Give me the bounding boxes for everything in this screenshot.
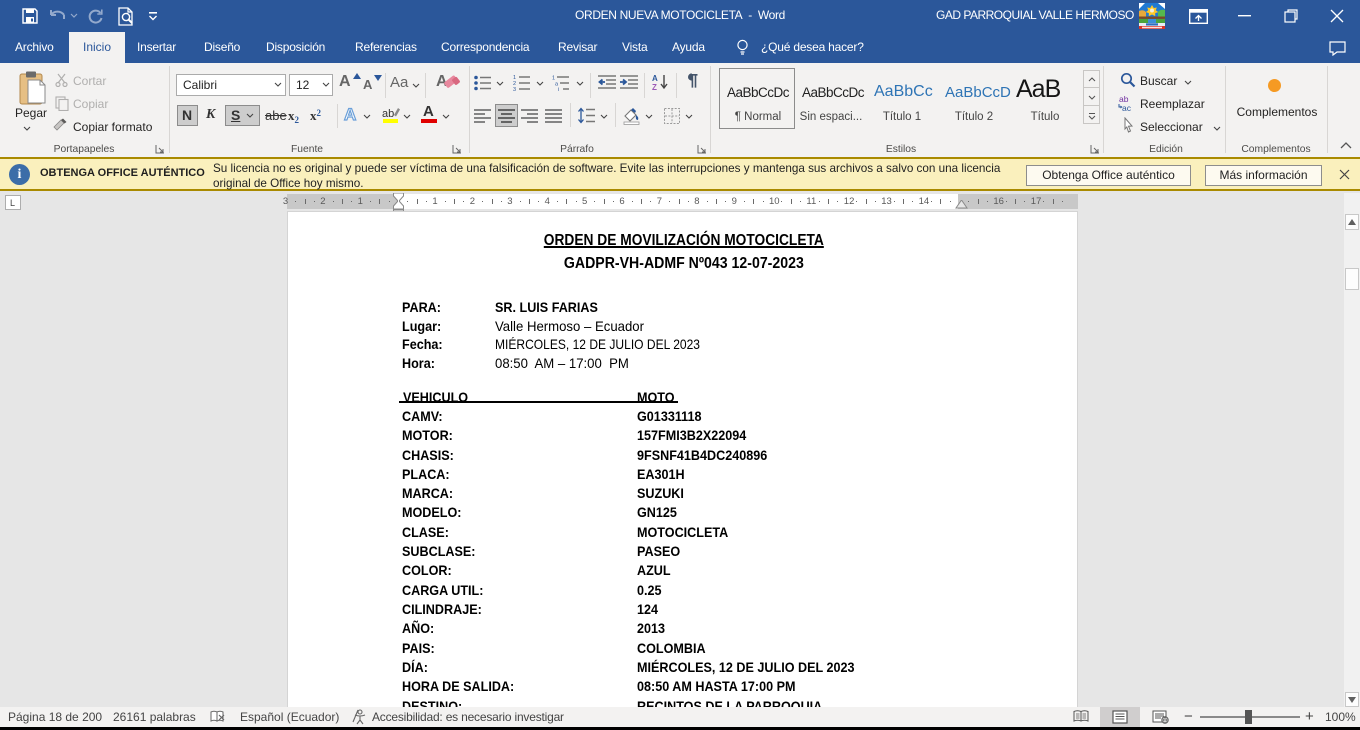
svg-text:ac: ac [1122, 103, 1132, 112]
svg-text:Z: Z [652, 83, 657, 91]
svg-text:3: 3 [513, 87, 516, 91]
svg-text:i: i [558, 87, 559, 91]
svg-text:A: A [652, 74, 658, 83]
svg-text:ab: ab [382, 108, 394, 120]
